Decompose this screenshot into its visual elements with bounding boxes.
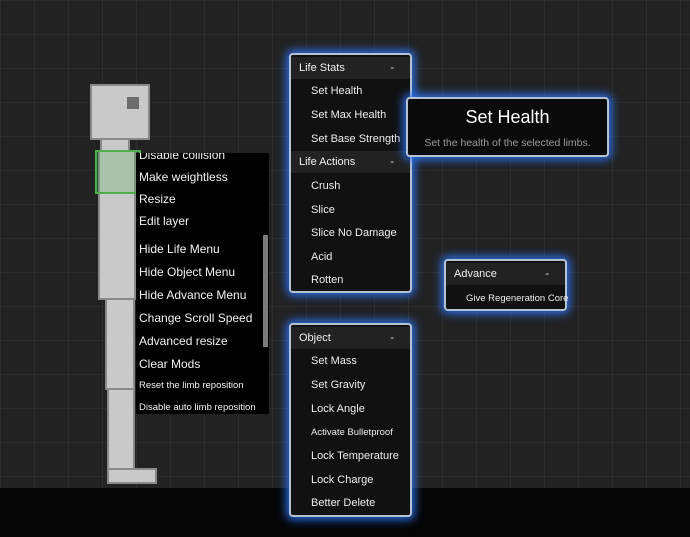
menu-item-disable-auto-limb-reposition[interactable]: Disable auto limb reposition [139, 402, 256, 413]
advance-title: Advance [454, 268, 497, 280]
life-item-set-base-strength[interactable]: Set Base Strength [311, 133, 400, 145]
context-menu: Disable collision Make weightless Resize… [136, 153, 269, 414]
advance-item-give-regeneration-core[interactable]: Give Regeneration Core [466, 293, 568, 304]
object-item-lock-temperature[interactable]: Lock Temperature [311, 450, 399, 462]
menu-item-reset-limb-reposition[interactable]: Reset the limb reposition [139, 380, 244, 391]
life-item-crush[interactable]: Crush [311, 180, 340, 192]
ragdoll-foot[interactable] [107, 468, 157, 484]
life-item-slice[interactable]: Slice [311, 204, 335, 216]
menu-item-advanced-resize[interactable]: Advanced resize [139, 334, 228, 348]
limb-selection-box [95, 150, 141, 194]
menu-item-disable-collision[interactable]: Disable collision [139, 153, 225, 162]
object-item-lock-angle[interactable]: Lock Angle [311, 403, 365, 415]
life-item-slice-no-damage[interactable]: Slice No Damage [311, 227, 397, 239]
ragdoll-upper-leg[interactable] [105, 298, 135, 390]
life-panel: Life Stats - Set Health Set Max Health S… [289, 53, 412, 293]
tooltip-title: Set Health [465, 107, 550, 127]
ragdoll-eye [127, 97, 139, 109]
context-menu-scrollbar[interactable] [263, 235, 268, 347]
ragdoll-lower-leg[interactable] [107, 388, 135, 470]
object-item-lock-charge[interactable]: Lock Charge [311, 474, 373, 486]
menu-item-make-weightless[interactable]: Make weightless [139, 170, 228, 184]
advance-panel: Advance - Give Regeneration Core [444, 259, 568, 311]
object-item-activate-bulletproof[interactable]: Activate Bulletproof [311, 427, 393, 438]
menu-item-hide-life-menu[interactable]: Hide Life Menu [139, 242, 220, 256]
menu-item-clear-mods[interactable]: Clear Mods [139, 357, 200, 371]
advance-collapse-button[interactable]: - [545, 268, 549, 280]
life-stats-title: Life Stats [299, 62, 345, 74]
life-item-set-max-health[interactable]: Set Max Health [311, 109, 386, 121]
menu-item-hide-object-menu[interactable]: Hide Object Menu [139, 265, 235, 279]
life-actions-collapse-button[interactable]: - [390, 156, 394, 168]
life-stats-collapse-button[interactable]: - [390, 62, 394, 74]
life-actions-title: Life Actions [299, 156, 356, 168]
ragdoll-head[interactable] [90, 84, 150, 140]
life-item-set-health[interactable]: Set Health [311, 85, 362, 97]
menu-item-resize[interactable]: Resize [139, 192, 176, 206]
object-item-set-gravity[interactable]: Set Gravity [311, 379, 365, 391]
object-panel: Object - Set Mass Set Gravity Lock Angle… [289, 323, 412, 517]
tooltip-description: Set the health of the selected limbs. [424, 137, 591, 149]
set-health-tooltip: Set Health Set the health of the selecte… [406, 97, 609, 157]
object-title: Object [299, 332, 331, 344]
object-item-set-mass[interactable]: Set Mass [311, 355, 357, 367]
menu-item-hide-advance-menu[interactable]: Hide Advance Menu [139, 288, 246, 302]
life-item-rotten[interactable]: Rotten [311, 274, 343, 286]
menu-item-change-scroll-speed[interactable]: Change Scroll Speed [139, 311, 252, 325]
menu-item-edit-layer[interactable]: Edit layer [139, 214, 189, 228]
object-collapse-button[interactable]: - [390, 332, 394, 344]
life-item-acid[interactable]: Acid [311, 251, 332, 263]
object-item-better-delete[interactable]: Better Delete [311, 497, 375, 509]
